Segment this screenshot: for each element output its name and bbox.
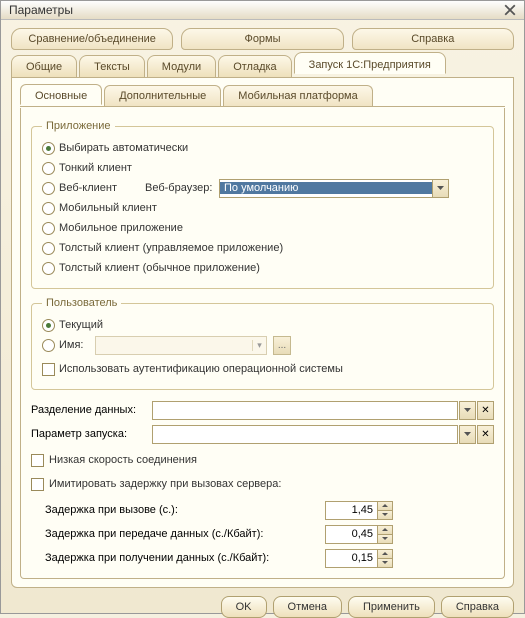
sub-panel: Приложение Выбирать автоматически Тонкий… xyxy=(20,108,505,579)
apply-button[interactable]: Применить xyxy=(348,596,435,618)
name-input[interactable]: ▾ xyxy=(95,336,267,355)
delay-send-spinner[interactable] xyxy=(325,525,395,544)
tabs-sub: Основные Дополнительные Мобильная платфо… xyxy=(20,83,505,107)
delay-recv-spinner[interactable] xyxy=(325,549,395,568)
tab-basic[interactable]: Основные xyxy=(20,84,102,105)
split-clear[interactable]: ✕ xyxy=(477,401,494,420)
tab-debug[interactable]: Отладка xyxy=(218,55,291,77)
radio-thick-ordinary[interactable] xyxy=(42,262,55,275)
name-browse-button[interactable]: ... xyxy=(273,336,291,355)
user-group: Пользователь Текущий Имя: ▾ ... Использо… xyxy=(31,297,494,390)
tabs-mid: Общие Тексты Модули Отладка Запуск 1С:Пр… xyxy=(11,52,514,77)
mid-panel: Основные Дополнительные Мобильная платфо… xyxy=(11,77,514,588)
spin-up-icon[interactable] xyxy=(378,501,393,510)
tabs-top: Сравнение/объединение Формы Справка xyxy=(11,28,514,50)
tab-texts[interactable]: Тексты xyxy=(79,55,145,77)
tab-general[interactable]: Общие xyxy=(11,55,77,77)
chevron-down-icon[interactable] xyxy=(432,180,448,197)
radio-current-user[interactable] xyxy=(42,319,55,332)
checkbox-imitate-delay[interactable] xyxy=(31,478,44,491)
launch-label: Параметр запуска: xyxy=(31,428,146,440)
app-legend: Приложение xyxy=(42,120,115,132)
content: Сравнение/объединение Формы Справка Общи… xyxy=(1,20,524,596)
close-icon[interactable] xyxy=(500,1,520,19)
radio-name[interactable] xyxy=(42,339,55,352)
radio-auto[interactable] xyxy=(42,142,55,155)
cancel-button[interactable]: Отмена xyxy=(273,596,342,618)
footer: OK Отмена Применить Справка xyxy=(1,596,524,618)
tab-launch[interactable]: Запуск 1С:Предприятия xyxy=(294,52,446,74)
spin-down-icon[interactable] xyxy=(378,534,393,544)
help-button[interactable]: Справка xyxy=(441,596,514,618)
checkbox-low-speed[interactable] xyxy=(31,454,44,467)
user-legend: Пользователь xyxy=(42,297,121,309)
radio-thick-managed[interactable] xyxy=(42,242,55,255)
split-input[interactable] xyxy=(152,401,458,420)
settings-window: Параметры Сравнение/объединение Формы Сп… xyxy=(0,0,525,614)
ok-button[interactable]: OK xyxy=(221,596,267,618)
launch-input[interactable] xyxy=(152,425,458,444)
titlebar: Параметры xyxy=(1,1,524,20)
delay-group: Задержка при вызове (с.): Задержка при п… xyxy=(45,498,494,570)
spin-up-icon[interactable] xyxy=(378,549,393,558)
launch-dropdown[interactable] xyxy=(459,425,476,444)
tab-modules[interactable]: Модули xyxy=(147,55,216,77)
launch-clear[interactable]: ✕ xyxy=(477,425,494,444)
radio-mobile-client[interactable] xyxy=(42,202,55,215)
radio-web[interactable] xyxy=(42,182,55,195)
window-title: Параметры xyxy=(9,3,500,17)
tab-mobile[interactable]: Мобильная платформа xyxy=(223,85,372,106)
delay-call-spinner[interactable] xyxy=(325,501,395,520)
web-browser-combo[interactable]: По умолчанию xyxy=(219,179,449,198)
split-dropdown[interactable] xyxy=(459,401,476,420)
split-label: Разделение данных: xyxy=(31,404,146,416)
tab-additional[interactable]: Дополнительные xyxy=(104,85,221,106)
spin-up-icon[interactable] xyxy=(378,525,393,534)
app-group: Приложение Выбирать автоматически Тонкий… xyxy=(31,120,494,289)
spin-down-icon[interactable] xyxy=(378,510,393,520)
radio-mobile-app[interactable] xyxy=(42,222,55,235)
radio-thin[interactable] xyxy=(42,162,55,175)
tab-forms[interactable]: Формы xyxy=(181,28,343,50)
spin-down-icon[interactable] xyxy=(378,558,393,568)
tab-compare[interactable]: Сравнение/объединение xyxy=(11,28,173,50)
tab-help[interactable]: Справка xyxy=(352,28,514,50)
checkbox-os-auth[interactable] xyxy=(42,363,55,376)
